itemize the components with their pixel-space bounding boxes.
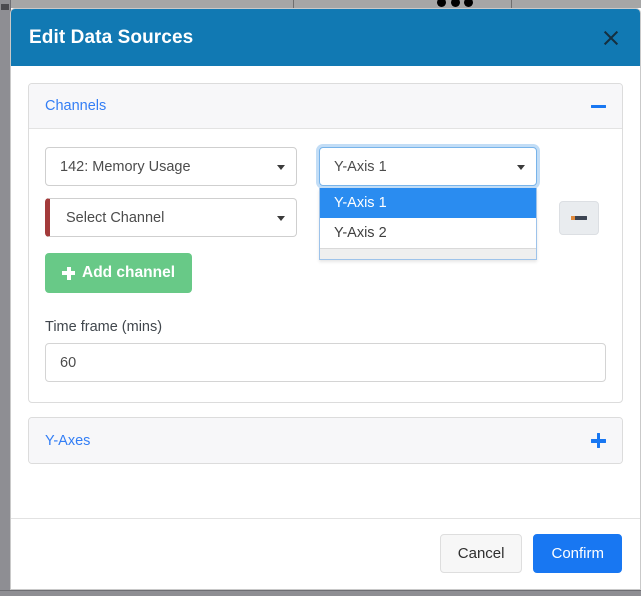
background-tick <box>511 0 512 8</box>
add-channel-label: Add channel <box>82 264 176 281</box>
background-chart-toolbar <box>10 0 641 8</box>
dialog-header: Edit Data Sources <box>11 9 640 66</box>
channels-panel-header[interactable]: Channels <box>29 84 622 129</box>
minus-icon[interactable] <box>591 99 606 114</box>
minus-icon <box>571 216 587 220</box>
time-frame-label: Time frame (mins) <box>45 319 163 335</box>
time-frame-input[interactable] <box>45 343 606 382</box>
channels-panel-title[interactable]: Channels <box>45 98 591 114</box>
dropdown-footer <box>320 248 536 259</box>
three-dots-icon[interactable] <box>437 0 473 8</box>
channel-select-value: Select Channel <box>66 209 165 226</box>
y-axes-panel-header[interactable]: Y-Axes <box>29 418 622 463</box>
y-axes-panel: Y-Axes <box>28 417 623 464</box>
dialog-title: Edit Data Sources <box>29 26 194 48</box>
channel-select-wrapper: Select Channel <box>45 198 297 237</box>
channel-select-value: 142: Memory Usage <box>60 158 191 175</box>
plus-icon <box>62 266 75 280</box>
y-axis-dropdown-list: Y-Axis 1 Y-Axis 2 <box>319 188 537 260</box>
remove-channel-button[interactable] <box>559 201 599 235</box>
background-tick <box>293 0 294 8</box>
channel-select[interactable]: Select Channel <box>45 198 297 237</box>
channels-panel: Channels 142: Memory Usage Y-Axis 1 Y-Ax… <box>28 83 623 403</box>
plus-icon[interactable] <box>591 433 606 448</box>
edit-data-sources-dialog: Edit Data Sources Channels 142: Memory U… <box>10 8 641 590</box>
y-axis-option-1[interactable]: Y-Axis 1 <box>320 188 536 218</box>
chevron-down-icon <box>277 215 285 221</box>
y-axis-option-2[interactable]: Y-Axis 2 <box>320 218 536 248</box>
scrollbar-thumb[interactable] <box>1 4 9 10</box>
confirm-button[interactable]: Confirm <box>533 534 622 573</box>
y-axis-select-wrapper: Y-Axis 1 Y-Axis 1 Y-Axis 2 <box>319 147 537 260</box>
y-axis-select[interactable]: Y-Axis 1 <box>319 147 537 186</box>
close-icon[interactable] <box>600 27 622 49</box>
chevron-down-icon <box>277 164 285 170</box>
y-axes-panel-title[interactable]: Y-Axes <box>45 433 591 449</box>
channel-row: 142: Memory Usage Y-Axis 1 Y-Axis 1 Y-Ax… <box>45 147 606 260</box>
add-channel-button[interactable]: Add channel <box>45 253 193 293</box>
cancel-button[interactable]: Cancel <box>439 534 523 573</box>
channels-panel-body: 142: Memory Usage Y-Axis 1 Y-Axis 1 Y-Ax… <box>29 129 622 402</box>
channel-select[interactable]: 142: Memory Usage <box>45 147 297 186</box>
y-axis-select-value: Y-Axis 1 <box>334 158 387 175</box>
dialog-footer: Cancel Confirm <box>11 518 640 589</box>
channel-select-wrapper: 142: Memory Usage <box>45 147 297 186</box>
dialog-body: Channels 142: Memory Usage Y-Axis 1 Y-Ax… <box>11 66 640 518</box>
window-bottom-edge <box>0 590 641 596</box>
chevron-down-icon <box>517 164 525 170</box>
